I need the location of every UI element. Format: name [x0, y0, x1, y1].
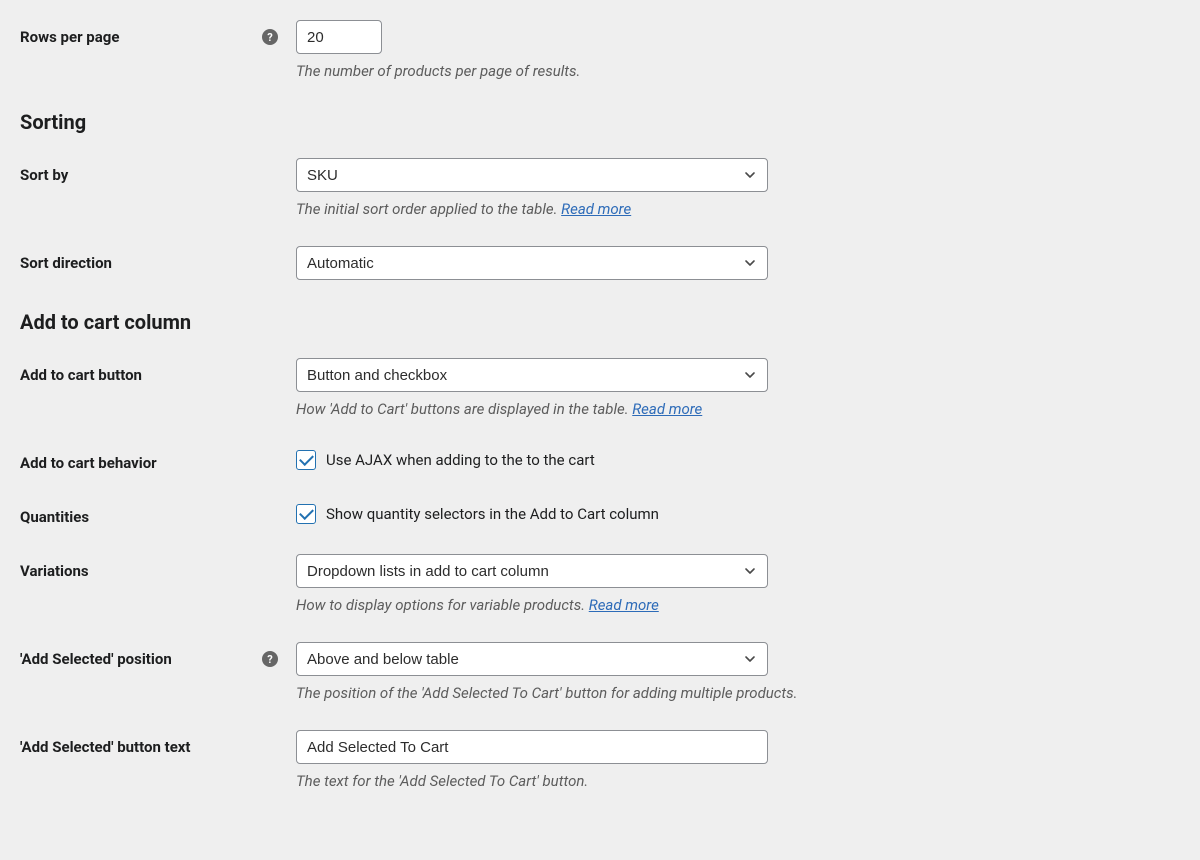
desc-text: How to display options for variable prod… [296, 596, 589, 614]
help-icon[interactable] [262, 651, 278, 667]
row-add-to-cart-behavior: Add to cart behavior Use AJAX when addin… [20, 446, 1180, 472]
label-sort-by: Sort by [20, 158, 296, 184]
label-rows-per-page: Rows per page [20, 20, 296, 46]
sort-by-select[interactable]: SKU [296, 158, 768, 192]
label-text: Sort direction [20, 254, 112, 272]
label-quantities: Quantities [20, 500, 296, 526]
add-selected-text-input[interactable] [296, 730, 768, 764]
field-sort-by: SKU The initial sort order applied to th… [296, 158, 1180, 218]
row-sort-direction: Sort direction Automatic [20, 246, 1180, 280]
desc-text: How 'Add to Cart' buttons are displayed … [296, 400, 632, 418]
label-text: Quantities [20, 508, 89, 526]
add-to-cart-button-desc: How 'Add to Cart' buttons are displayed … [296, 400, 1180, 418]
sort-direction-select[interactable]: Automatic [296, 246, 768, 280]
row-variations: Variations Dropdown lists in add to cart… [20, 554, 1180, 614]
label-sort-direction: Sort direction [20, 246, 296, 272]
field-sort-direction: Automatic [296, 246, 1180, 280]
row-rows-per-page: Rows per page The number of products per… [20, 20, 1180, 80]
field-rows-per-page: The number of products per page of resul… [296, 20, 1180, 80]
label-text: 'Add Selected' button text [20, 738, 191, 756]
select-wrap: Automatic [296, 246, 768, 280]
label-add-to-cart-behavior: Add to cart behavior [20, 446, 296, 472]
row-add-selected-text: 'Add Selected' button text The text for … [20, 730, 1180, 790]
add-to-cart-button-select[interactable]: Button and checkbox [296, 358, 768, 392]
variations-select[interactable]: Dropdown lists in add to cart column [296, 554, 768, 588]
label-text: Sort by [20, 166, 68, 184]
field-add-to-cart-behavior: Use AJAX when adding to the to the cart [296, 446, 1180, 470]
read-more-link[interactable]: Read more [561, 200, 631, 218]
read-more-link[interactable]: Read more [589, 596, 659, 614]
row-sort-by: Sort by SKU The initial sort order appli… [20, 158, 1180, 218]
add-selected-position-select[interactable]: Above and below table [296, 642, 768, 676]
select-wrap: Dropdown lists in add to cart column [296, 554, 768, 588]
label-variations: Variations [20, 554, 296, 580]
heading-sorting: Sorting [20, 110, 1180, 134]
select-wrap: Above and below table [296, 642, 768, 676]
read-more-link[interactable]: Read more [632, 400, 702, 418]
label-text: Add to cart button [20, 366, 142, 384]
add-selected-text-desc: The text for the 'Add Selected To Cart' … [296, 772, 1180, 790]
settings-form: Rows per page The number of products per… [20, 20, 1180, 790]
label-text: 'Add Selected' position [20, 650, 172, 668]
ajax-checkbox[interactable] [296, 450, 316, 470]
rows-per-page-input[interactable] [296, 20, 382, 54]
label-add-selected-text: 'Add Selected' button text [20, 730, 296, 756]
field-quantities: Show quantity selectors in the Add to Ca… [296, 500, 1180, 524]
sort-by-desc: The initial sort order applied to the ta… [296, 200, 1180, 218]
checkbox-row: Show quantity selectors in the Add to Ca… [296, 500, 1180, 524]
field-add-selected-text: The text for the 'Add Selected To Cart' … [296, 730, 1180, 790]
ajax-checkbox-label: Use AJAX when adding to the to the cart [326, 451, 595, 469]
select-wrap: Button and checkbox [296, 358, 768, 392]
quantities-checkbox[interactable] [296, 504, 316, 524]
label-text: Add to cart behavior [20, 454, 157, 472]
label-text: Rows per page [20, 28, 119, 46]
add-selected-position-desc: The position of the 'Add Selected To Car… [296, 684, 1180, 702]
field-add-to-cart-button: Button and checkbox How 'Add to Cart' bu… [296, 358, 1180, 418]
quantities-checkbox-label: Show quantity selectors in the Add to Ca… [326, 505, 659, 523]
variations-desc: How to display options for variable prod… [296, 596, 1180, 614]
help-icon[interactable] [262, 29, 278, 45]
row-add-selected-position: 'Add Selected' position Above and below … [20, 642, 1180, 702]
field-variations: Dropdown lists in add to cart column How… [296, 554, 1180, 614]
label-text: Variations [20, 562, 89, 580]
heading-add-to-cart: Add to cart column [20, 310, 1180, 334]
label-add-selected-position: 'Add Selected' position [20, 642, 296, 668]
field-add-selected-position: Above and below table The position of th… [296, 642, 1180, 702]
row-quantities: Quantities Show quantity selectors in th… [20, 500, 1180, 526]
row-add-to-cart-button: Add to cart button Button and checkbox H… [20, 358, 1180, 418]
rows-per-page-desc: The number of products per page of resul… [296, 62, 1180, 80]
checkbox-row: Use AJAX when adding to the to the cart [296, 446, 1180, 470]
label-add-to-cart-button: Add to cart button [20, 358, 296, 384]
select-wrap: SKU [296, 158, 768, 192]
desc-text: The initial sort order applied to the ta… [296, 200, 561, 218]
